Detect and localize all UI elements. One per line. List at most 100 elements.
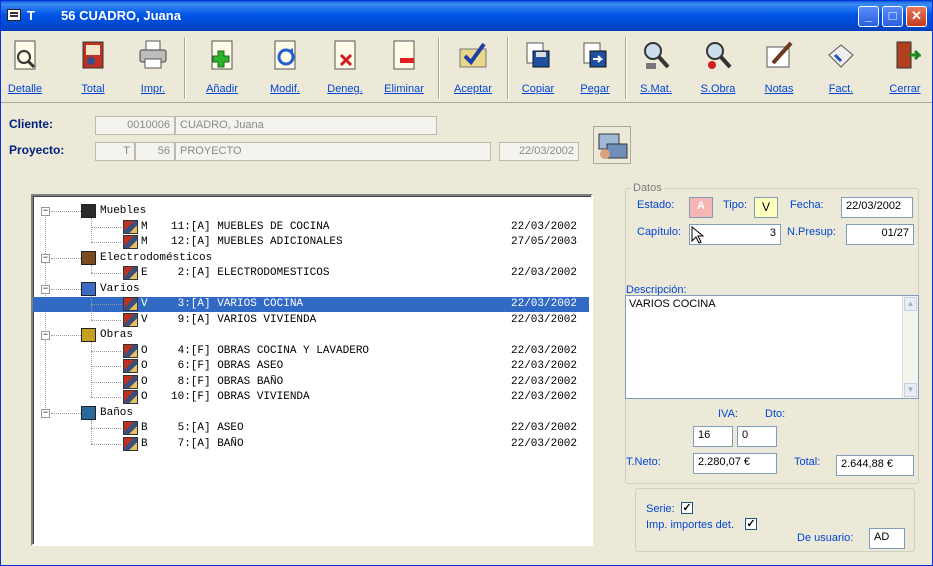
descripcion-scrollbar[interactable]: ▲ ▼ bbox=[902, 296, 918, 398]
tree-item-letter: O bbox=[141, 375, 148, 388]
tree-group-row[interactable]: − Varios bbox=[33, 281, 589, 297]
tree-item-row[interactable]: V 3:[A] VARIOS COCINA 22/03/2002 bbox=[33, 297, 589, 312]
close-button[interactable]: ✕ bbox=[906, 6, 927, 27]
search-work-icon bbox=[706, 42, 732, 69]
title-bar[interactable]: T 56 CUADRO, Juana _ □ ✕ bbox=[1, 1, 932, 31]
deny-page-icon bbox=[334, 40, 356, 70]
tree-group-row[interactable]: − Baños bbox=[33, 405, 589, 421]
tree-item-letter: M bbox=[141, 220, 148, 233]
chapter-item-icon bbox=[123, 297, 138, 311]
tree-group-row[interactable]: − Electrodomésticos bbox=[33, 250, 589, 266]
maximize-button[interactable]: □ bbox=[882, 6, 903, 27]
scroll-up-icon[interactable]: ▲ bbox=[904, 297, 917, 311]
detalle-label: Detalle bbox=[7, 83, 43, 95]
proyecto-series-field[interactable]: T bbox=[95, 142, 135, 161]
toolbar-separator bbox=[507, 37, 509, 99]
tree-item-row[interactable]: O 6:[F] OBRAS ASEO 22/03/2002 bbox=[33, 359, 589, 374]
total-notebook-icon bbox=[82, 41, 104, 69]
collapse-toggle-icon[interactable]: − bbox=[41, 253, 50, 263]
eliminar-label: Eliminar bbox=[384, 83, 424, 95]
tree-connector bbox=[51, 335, 81, 336]
eliminar-button[interactable]: Eliminar bbox=[381, 35, 427, 99]
tree-item-letter: V bbox=[141, 298, 148, 310]
tree-group-row[interactable]: − Muebles bbox=[33, 204, 589, 219]
dto-field[interactable]: 0 bbox=[737, 426, 777, 447]
search-material-icon bbox=[644, 42, 670, 69]
tipo-field[interactable]: V bbox=[754, 197, 778, 218]
tree-item-row[interactable]: B 7:[A] BAÑO 22/03/2002 bbox=[33, 436, 589, 452]
serie-checkbox[interactable]: ✓ bbox=[681, 502, 693, 514]
cliente-label: Cliente: bbox=[9, 117, 54, 131]
copiar-button[interactable]: Copiar bbox=[515, 35, 561, 99]
npresup-field[interactable]: 01/27 bbox=[846, 224, 914, 245]
proyecto-number-field[interactable]: 56 bbox=[135, 142, 175, 161]
tree-connector bbox=[91, 397, 121, 398]
main-window: T 56 CUADRO, Juana _ □ ✕ Detalle Total I… bbox=[0, 0, 933, 566]
collapse-toggle-icon[interactable]: − bbox=[41, 331, 50, 340]
tneto-field[interactable]: 2.280,07 € bbox=[693, 453, 777, 474]
tree-group-label: Varios bbox=[100, 282, 140, 295]
scroll-down-icon[interactable]: ▼ bbox=[904, 383, 917, 397]
proyecto-name-field[interactable]: PROYECTO bbox=[175, 142, 491, 161]
aceptar-button[interactable]: Aceptar bbox=[447, 35, 499, 99]
tree-item-letter: B bbox=[141, 437, 148, 450]
proyecto-date-field[interactable]: 22/03/2002 bbox=[499, 142, 579, 161]
collapse-toggle-icon[interactable]: − bbox=[41, 284, 50, 294]
chapter-item-icon bbox=[123, 359, 138, 373]
tree-item-row[interactable]: M 11:[A] MUEBLES DE COCINA 22/03/2002 bbox=[33, 219, 589, 235]
tree-item-date: 22/03/2002 bbox=[511, 375, 578, 388]
tneto-label: T.Neto: bbox=[626, 456, 661, 468]
chapter-item-icon bbox=[123, 343, 138, 358]
iva-field[interactable]: 16 bbox=[693, 426, 733, 447]
collapse-toggle-icon[interactable]: − bbox=[41, 408, 50, 418]
tree-item-row[interactable]: B 5:[A] ASEO 22/03/2002 bbox=[33, 421, 589, 436]
dto-label: Dto: bbox=[765, 408, 786, 420]
pegar-button[interactable]: Pegar bbox=[573, 35, 617, 99]
tree-connector bbox=[91, 350, 121, 352]
tree-group-row[interactable]: − Obras bbox=[33, 328, 589, 343]
toolbar-separator bbox=[184, 37, 186, 99]
cliente-name-field[interactable]: CUADRO, Juana bbox=[175, 116, 437, 135]
tree-item-row[interactable]: O 8:[F] OBRAS BAÑO 22/03/2002 bbox=[33, 374, 589, 390]
tree-item-letter: V bbox=[141, 313, 148, 326]
tree-item-row[interactable]: E 2:[A] ELECTRODOMESTICOS 22/03/2002 bbox=[33, 266, 589, 281]
tree-item-date: 22/03/2002 bbox=[511, 313, 578, 326]
facturar-button[interactable]: Fact. bbox=[819, 35, 863, 99]
imp-importes-checkbox[interactable]: ✓ bbox=[745, 518, 757, 530]
anadir-button[interactable]: Añadir bbox=[197, 35, 247, 99]
imprimir-button[interactable]: Impr. bbox=[131, 35, 175, 99]
project-users-button[interactable] bbox=[593, 126, 631, 164]
denegar-button[interactable]: Deneg. bbox=[323, 35, 367, 99]
tree-item-row[interactable]: M 12:[A] MUEBLES ADICIONALES 27/05/2003 bbox=[33, 235, 589, 250]
folder-group-icon bbox=[81, 204, 96, 218]
toolbar-separator bbox=[625, 37, 627, 99]
descripcion-textarea[interactable]: VARIOS COCINA ▲ ▼ bbox=[625, 295, 919, 399]
cerrar-button[interactable]: Cerrar bbox=[881, 35, 929, 99]
total-button[interactable]: Total bbox=[71, 35, 115, 99]
usuario-field[interactable]: AD bbox=[869, 528, 905, 549]
smat-button[interactable]: S.Mat. bbox=[633, 35, 679, 99]
tree-item-row[interactable]: O 10:[F] OBRAS VIVIENDA 22/03/2002 bbox=[33, 390, 589, 405]
tree-item-row[interactable]: V 9:[A] VARIOS VIVIENDA 22/03/2002 bbox=[33, 312, 589, 328]
chapters-tree[interactable]: − Muebles M 11:[A] MUEBLES DE COCINA 22/03/2… bbox=[31, 194, 593, 546]
detalle-button[interactable]: Detalle bbox=[3, 35, 47, 99]
tree-item-label: 4:[F] OBRAS COCINA Y LAVADERO bbox=[171, 344, 370, 357]
modificar-button[interactable]: Modif. bbox=[263, 35, 307, 99]
estado-field[interactable]: A bbox=[689, 197, 713, 218]
tree-item-row[interactable]: O 4:[F] OBRAS COCINA Y LAVADERO 22/03/200… bbox=[33, 343, 589, 359]
collapse-toggle-icon[interactable]: − bbox=[41, 207, 50, 216]
fecha-field[interactable]: 22/03/2002 bbox=[841, 197, 913, 218]
tree-item-label: 3:[A] VARIOS COCINA bbox=[171, 298, 304, 310]
app-icon[interactable] bbox=[7, 9, 21, 21]
cliente-code-field[interactable]: 0010006 bbox=[95, 116, 175, 135]
checkmark-icon bbox=[459, 42, 487, 68]
total-amount-field[interactable]: 2.644,88 € bbox=[836, 455, 914, 476]
minimize-button[interactable]: _ bbox=[858, 6, 879, 27]
notes-pencil-icon bbox=[766, 41, 793, 68]
notas-button[interactable]: Notas bbox=[757, 35, 801, 99]
sobra-button[interactable]: S.Obra bbox=[695, 35, 741, 99]
tree-connector bbox=[91, 381, 121, 383]
toolbar: Detalle Total Impr. Añadir Modif. Deneg.… bbox=[1, 31, 932, 103]
total-amount-label: Total: bbox=[794, 456, 821, 468]
datos-group-label: Datos bbox=[631, 182, 664, 194]
